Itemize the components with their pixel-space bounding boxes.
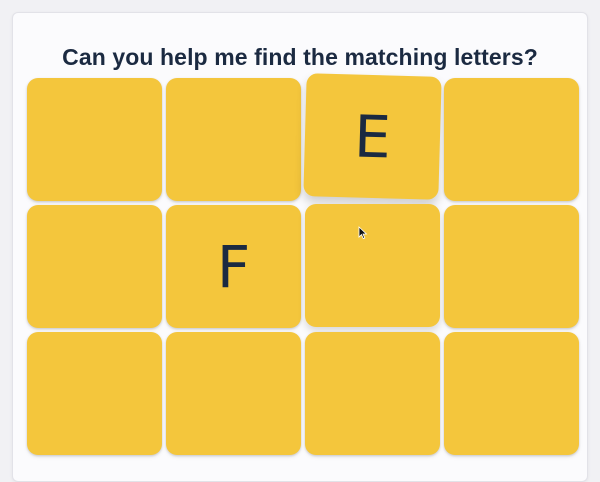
card-12[interactable]	[444, 332, 579, 455]
card-2[interactable]	[166, 78, 301, 201]
card-11[interactable]	[305, 332, 440, 455]
card-9[interactable]	[27, 332, 162, 455]
card-grid: E F	[27, 73, 579, 455]
card-10[interactable]	[166, 332, 301, 455]
card-6[interactable]: F	[166, 205, 301, 328]
card-letter: E	[353, 102, 392, 171]
card-7[interactable]	[305, 204, 440, 327]
page-title: Can you help me find the matching letter…	[62, 44, 538, 70]
card-4[interactable]	[444, 78, 579, 201]
mouse-pointer-icon	[358, 226, 368, 240]
card-5[interactable]	[27, 205, 162, 328]
card-1[interactable]	[27, 78, 162, 201]
card-8[interactable]	[444, 205, 579, 328]
card-3[interactable]: E	[303, 73, 442, 200]
card-letter: F	[216, 232, 251, 301]
